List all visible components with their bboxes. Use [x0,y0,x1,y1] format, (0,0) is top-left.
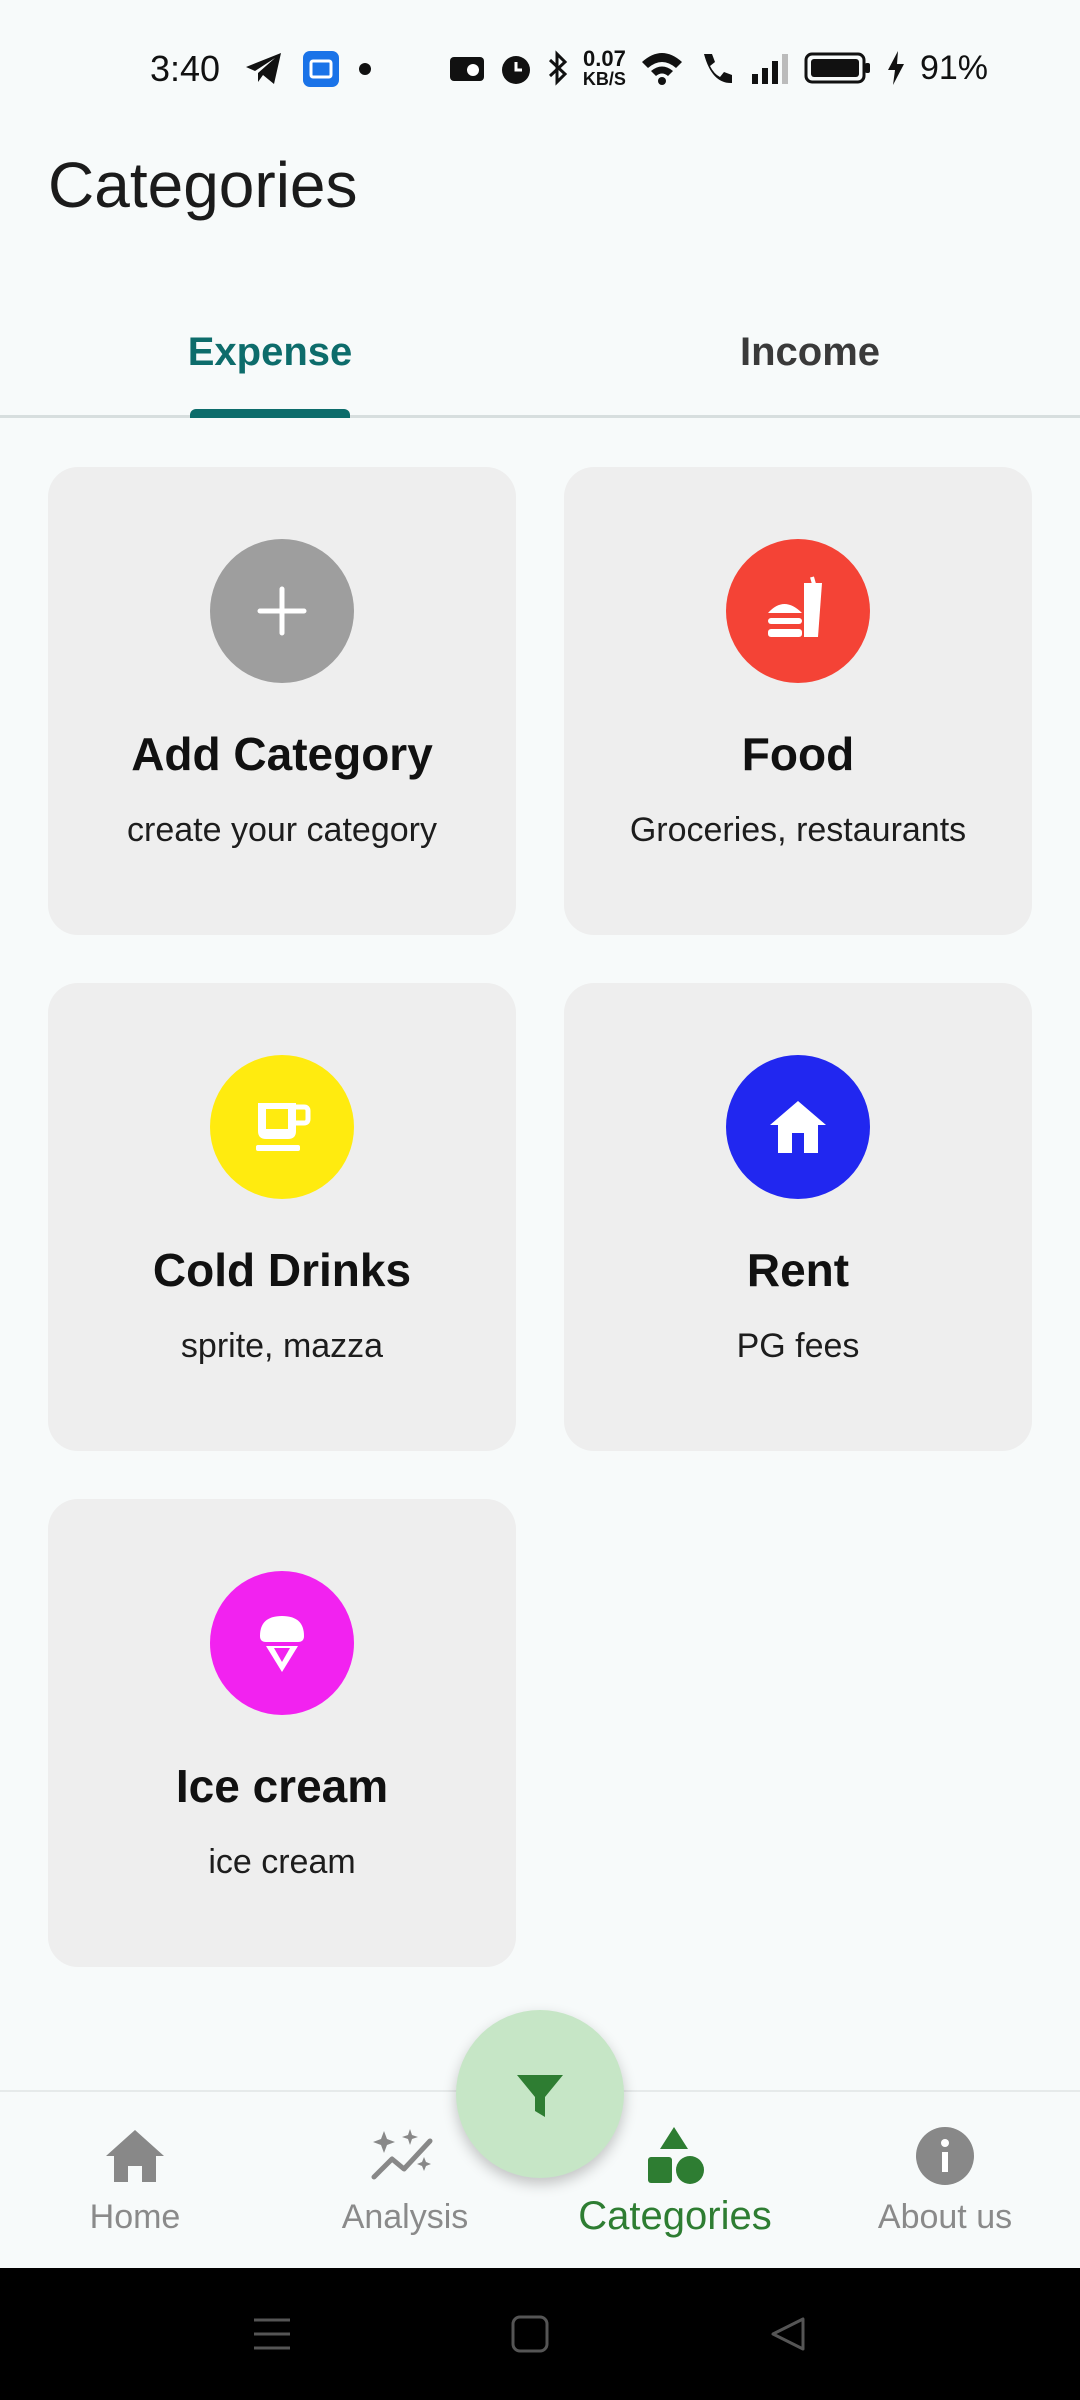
alarm-icon [501,56,530,84]
nav-about-us-label: About us [877,2198,1013,2236]
bluetooth-icon [548,50,568,86]
nav-categories-label: Categories [578,2194,772,2238]
add-category-card[interactable]: Add Category create your category [48,467,516,935]
app-notification-icon [303,51,339,87]
signal-icon [751,54,788,84]
tab-income[interactable]: Income [540,290,1080,415]
ice-cream-icon [210,1571,354,1715]
house-icon [726,1055,870,1199]
category-card-food[interactable]: Food Groceries, restaurants [564,467,1032,935]
tab-indicator [190,409,350,418]
square-icon [511,2315,549,2353]
dot-icon [359,63,371,75]
category-name: Cold Drinks [152,1244,412,1296]
category-description: PG fees [736,1327,860,1365]
call-icon [703,54,732,84]
back-triangle-icon [771,2317,805,2351]
category-description: create your category [127,811,437,849]
category-name: Rent [746,1244,850,1296]
home-button[interactable] [500,2304,560,2364]
battery-icon [804,52,870,84]
nav-home[interactable]: Home [0,2092,270,2270]
category-shapes-icon [644,2124,706,2188]
tab-expense[interactable]: Expense [0,290,540,418]
back-button[interactable] [758,2304,818,2364]
tab-expense-label: Expense [187,330,353,374]
category-description: sprite, mazza [180,1327,384,1365]
notification-icons [244,50,372,88]
category-description: ice cream [208,1843,356,1881]
category-description: Groceries, restaurants [629,811,967,849]
status-time: 3:40 [150,48,221,89]
info-icon [915,2124,975,2188]
nav-analysis-label: Analysis [341,2198,469,2236]
wifi-icon [641,53,682,85]
category-tabs: Expense Income [0,290,1080,418]
category-card-cold-drinks[interactable]: Cold Drinks sprite, mazza [48,983,516,1451]
cup-icon [210,1055,354,1199]
charging-icon [887,51,904,85]
nav-about-us[interactable]: About us [810,2092,1080,2270]
tab-income-label: Income [739,330,881,374]
network-speed: 0.07 KB/S [582,46,626,89]
menu-icon [254,2318,290,2350]
category-name: Ice cream [175,1760,389,1812]
filter-fab[interactable] [456,2010,624,2178]
plus-icon [210,539,354,683]
nav-home-label: Home [89,2198,181,2236]
status-right: 0.07 KB/S 91% [449,48,988,88]
category-card-rent[interactable]: Rent PG fees [564,983,1032,1451]
home-icon [104,2124,166,2188]
filter-icon [517,2075,563,2117]
category-name: Food [741,728,855,780]
telegram-icon [246,53,281,84]
system-navigation-bar [0,2268,1080,2400]
recents-button[interactable] [242,2304,302,2364]
insights-icon [370,2124,440,2188]
page-title: Categories [48,149,358,221]
category-card-ice-cream[interactable]: Ice cream ice cream [48,1499,516,1967]
status-bar: 3:40 0.07 KB/S 91% [0,0,1080,140]
category-name: Add Category [131,728,433,780]
screen-record-icon [449,57,484,81]
fastfood-icon [726,539,870,683]
battery-percent: 91% [919,48,988,87]
